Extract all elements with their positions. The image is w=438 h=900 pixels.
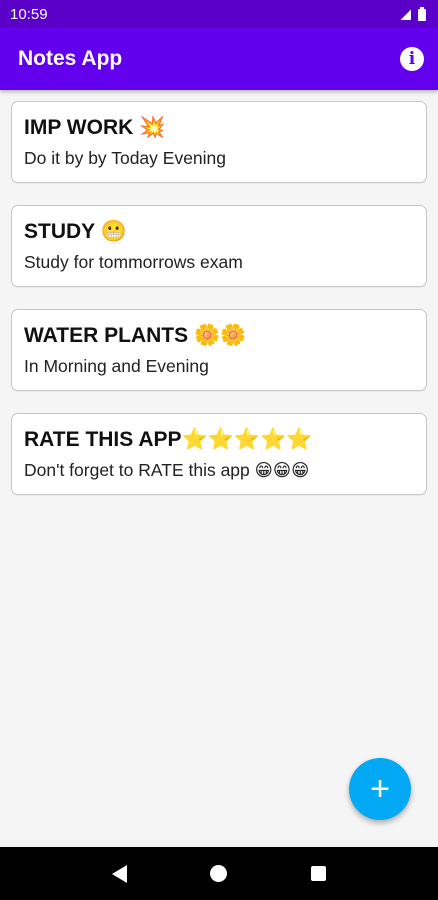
note-card[interactable]: STUDY 😬 Study for tommorrows exam <box>11 205 427 287</box>
back-button[interactable] <box>100 854 140 894</box>
note-card[interactable]: IMP WORK 💥 Do it by by Today Evening <box>11 101 427 183</box>
note-title: RATE THIS APP⭐⭐⭐⭐⭐ <box>24 428 313 451</box>
note-description: Don't forget to RATE this app 😁😁😁 <box>24 460 310 480</box>
status-time: 10:59 <box>10 5 48 23</box>
recents-button[interactable] <box>298 854 338 894</box>
system-nav-bar <box>0 847 438 900</box>
app-bar: Notes App i <box>0 28 438 90</box>
note-card[interactable]: WATER PLANTS 🌼🌼 In Morning and Evening <box>11 309 427 391</box>
info-icon[interactable]: i <box>400 47 424 71</box>
notes-list: IMP WORK 💥 Do it by by Today Evening STU… <box>11 101 427 517</box>
note-description: In Morning and Evening <box>24 356 209 376</box>
battery-icon <box>418 7 426 21</box>
note-title: IMP WORK 💥 <box>24 116 166 139</box>
note-description: Do it by by Today Evening <box>24 148 227 168</box>
status-bar: 10:59 <box>0 0 438 28</box>
add-note-button[interactable]: + <box>349 758 411 820</box>
add-icon: + <box>370 769 390 808</box>
recents-icon <box>310 866 326 881</box>
note-card[interactable]: RATE THIS APP⭐⭐⭐⭐⭐ Don't forget to RATE … <box>11 413 427 495</box>
home-button[interactable] <box>199 854 239 894</box>
note-description: Study for tommorrows exam <box>24 252 243 272</box>
note-title: STUDY 😬 <box>24 220 127 243</box>
back-icon <box>112 864 128 883</box>
signal-icon <box>398 7 412 21</box>
note-title: WATER PLANTS 🌼🌼 <box>24 324 247 347</box>
status-icons <box>398 7 426 21</box>
home-icon <box>210 865 228 882</box>
app-title: Notes App <box>18 47 123 70</box>
